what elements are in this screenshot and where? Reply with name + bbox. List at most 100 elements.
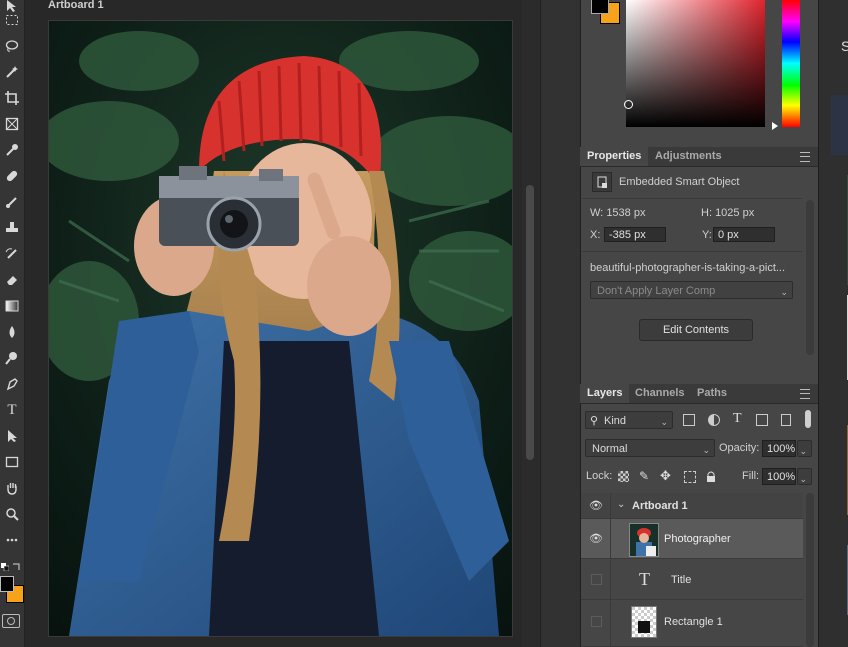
zoom-icon[interactable] bbox=[2, 504, 22, 524]
lasso-icon[interactable] bbox=[2, 36, 22, 56]
lock-pixels-icon[interactable]: ✎ bbox=[639, 469, 649, 483]
layers-menu-icon[interactable] bbox=[800, 389, 810, 399]
panel-foreground-swatch[interactable] bbox=[591, 0, 609, 14]
type-icon[interactable]: T bbox=[2, 400, 22, 420]
blur-icon[interactable] bbox=[2, 322, 22, 342]
tab-layers[interactable]: Layers bbox=[580, 384, 630, 403]
search-icon: ⚲ bbox=[590, 415, 599, 427]
panel-dock-gap bbox=[540, 0, 581, 647]
x-position-input[interactable]: -385 px bbox=[604, 227, 666, 242]
tools-panel: T bbox=[0, 0, 25, 647]
history-brush-icon[interactable] bbox=[2, 244, 22, 264]
gradient-icon[interactable] bbox=[2, 296, 22, 316]
y-label: Y: bbox=[702, 229, 712, 241]
edit-contents-button[interactable]: Edit Contents bbox=[639, 319, 753, 341]
lock-label: Lock: bbox=[586, 470, 613, 482]
more-icon[interactable] bbox=[2, 530, 22, 550]
layer-row-photographer[interactable]: 👁 Photographer bbox=[581, 519, 803, 559]
shape-thumbnail-icon bbox=[638, 621, 650, 633]
layer-thumbnail bbox=[631, 606, 657, 638]
layer-filter-kind-dropdown[interactable]: ⚲ Kind ⌄ bbox=[585, 411, 673, 429]
healing-brush-icon[interactable] bbox=[2, 166, 22, 186]
hand-icon[interactable] bbox=[2, 478, 22, 498]
quick-mask-icon[interactable] bbox=[2, 614, 20, 628]
color-swatches[interactable] bbox=[591, 0, 621, 26]
layer-name[interactable]: Artboard 1 bbox=[632, 500, 688, 512]
path-select-icon[interactable] bbox=[2, 426, 22, 446]
opacity-input[interactable]: 100% bbox=[762, 440, 796, 457]
layer-name[interactable]: Photographer bbox=[664, 533, 731, 545]
width-value: 1538 px bbox=[606, 207, 646, 219]
divider bbox=[582, 198, 802, 199]
magic-wand-icon[interactable] bbox=[2, 62, 22, 82]
canvas-scroll-thumb[interactable] bbox=[526, 185, 534, 460]
layer-thumbnail bbox=[629, 523, 659, 557]
lock-all-icon[interactable] bbox=[706, 470, 716, 482]
lock-transparent-icon[interactable] bbox=[618, 471, 629, 482]
lock-artboard-icon[interactable] bbox=[684, 471, 696, 483]
filter-shape-icon[interactable] bbox=[756, 414, 768, 426]
tab-properties[interactable]: Properties bbox=[580, 147, 649, 166]
chevron-down-icon: ⌄ bbox=[799, 474, 807, 484]
chevron-down-icon: ⌄ bbox=[799, 446, 807, 456]
photo-artwork[interactable] bbox=[48, 20, 513, 637]
strip-thumbnail[interactable] bbox=[831, 95, 848, 155]
fill-slider-toggle[interactable]: ⌄ bbox=[797, 468, 812, 485]
hue-slider-handle[interactable] bbox=[772, 122, 778, 130]
color-picker-cursor[interactable] bbox=[624, 100, 633, 109]
stamp-icon[interactable] bbox=[2, 218, 22, 238]
dodge-icon[interactable] bbox=[2, 348, 22, 368]
chevron-down-icon: ⌄ bbox=[660, 417, 668, 427]
object-type-label: Embedded Smart Object bbox=[619, 176, 740, 188]
lock-position-icon[interactable]: ✥ bbox=[660, 468, 671, 484]
y-position-input[interactable]: 0 px bbox=[713, 227, 775, 242]
crop-icon[interactable] bbox=[2, 88, 22, 108]
properties-menu-icon[interactable] bbox=[800, 152, 810, 162]
default-colors-icon[interactable] bbox=[1, 558, 10, 572]
fill-input[interactable]: 100% bbox=[762, 468, 796, 485]
hidden-eye-placeholder bbox=[591, 616, 602, 627]
tab-adjustments[interactable]: Adjustments bbox=[648, 147, 729, 166]
filter-smart-object-icon[interactable] bbox=[781, 414, 791, 426]
artboard-label[interactable]: Artboard 1 bbox=[48, 0, 104, 11]
swap-colors-icon[interactable] bbox=[12, 558, 22, 570]
brush-icon[interactable] bbox=[2, 192, 22, 212]
layer-row-artboard[interactable]: 👁 ⌄ Artboard 1 bbox=[581, 493, 803, 519]
layer-comp-dropdown[interactable]: Don't Apply Layer Comp ⌄ bbox=[590, 281, 793, 299]
tab-paths[interactable]: Paths bbox=[690, 384, 734, 403]
tab-channels[interactable]: Channels bbox=[628, 384, 692, 403]
blend-mode-dropdown[interactable]: Normal ⌄ bbox=[585, 439, 715, 457]
visibility-toggle[interactable] bbox=[581, 560, 611, 599]
width-label: W: 1538 px bbox=[590, 207, 646, 219]
visibility-toggle[interactable]: 👁 bbox=[581, 519, 611, 558]
filter-type-icon[interactable]: T bbox=[733, 411, 742, 427]
divider bbox=[582, 251, 802, 252]
layer-row-title[interactable]: T Title bbox=[581, 560, 803, 600]
filter-adjustment-icon[interactable] bbox=[708, 414, 720, 426]
chevron-down-icon[interactable]: ⌄ bbox=[617, 499, 625, 510]
fill-label: Fill: bbox=[742, 470, 760, 482]
color-field[interactable] bbox=[624, 0, 765, 127]
layers-scrollbar[interactable] bbox=[806, 493, 814, 647]
pen-icon[interactable] bbox=[2, 374, 22, 394]
opacity-slider-toggle[interactable]: ⌄ bbox=[797, 440, 812, 457]
visibility-toggle[interactable]: 👁 bbox=[581, 493, 611, 518]
rectangle-icon[interactable] bbox=[2, 452, 22, 472]
hue-slider[interactable] bbox=[782, 0, 800, 127]
visibility-toggle[interactable] bbox=[581, 601, 611, 646]
layer-name[interactable]: Title bbox=[671, 574, 691, 586]
frame-icon[interactable] bbox=[2, 114, 22, 134]
eraser-icon[interactable] bbox=[2, 270, 22, 290]
foreground-color-swatch[interactable] bbox=[0, 576, 14, 592]
hidden-eye-placeholder bbox=[591, 574, 602, 585]
eyedropper-icon[interactable] bbox=[2, 140, 22, 160]
type-layer-icon: T bbox=[639, 569, 650, 589]
marquee-icon[interactable] bbox=[2, 10, 22, 30]
layer-row-rectangle[interactable]: Rectangle 1 bbox=[581, 601, 803, 647]
x-label: X: bbox=[590, 229, 601, 241]
filter-pixel-icon[interactable] bbox=[683, 414, 695, 426]
height-value: 1025 px bbox=[715, 207, 755, 219]
layer-name[interactable]: Rectangle 1 bbox=[664, 616, 723, 628]
filter-toggle-switch[interactable] bbox=[805, 410, 811, 428]
properties-scrollbar[interactable] bbox=[806, 200, 814, 355]
